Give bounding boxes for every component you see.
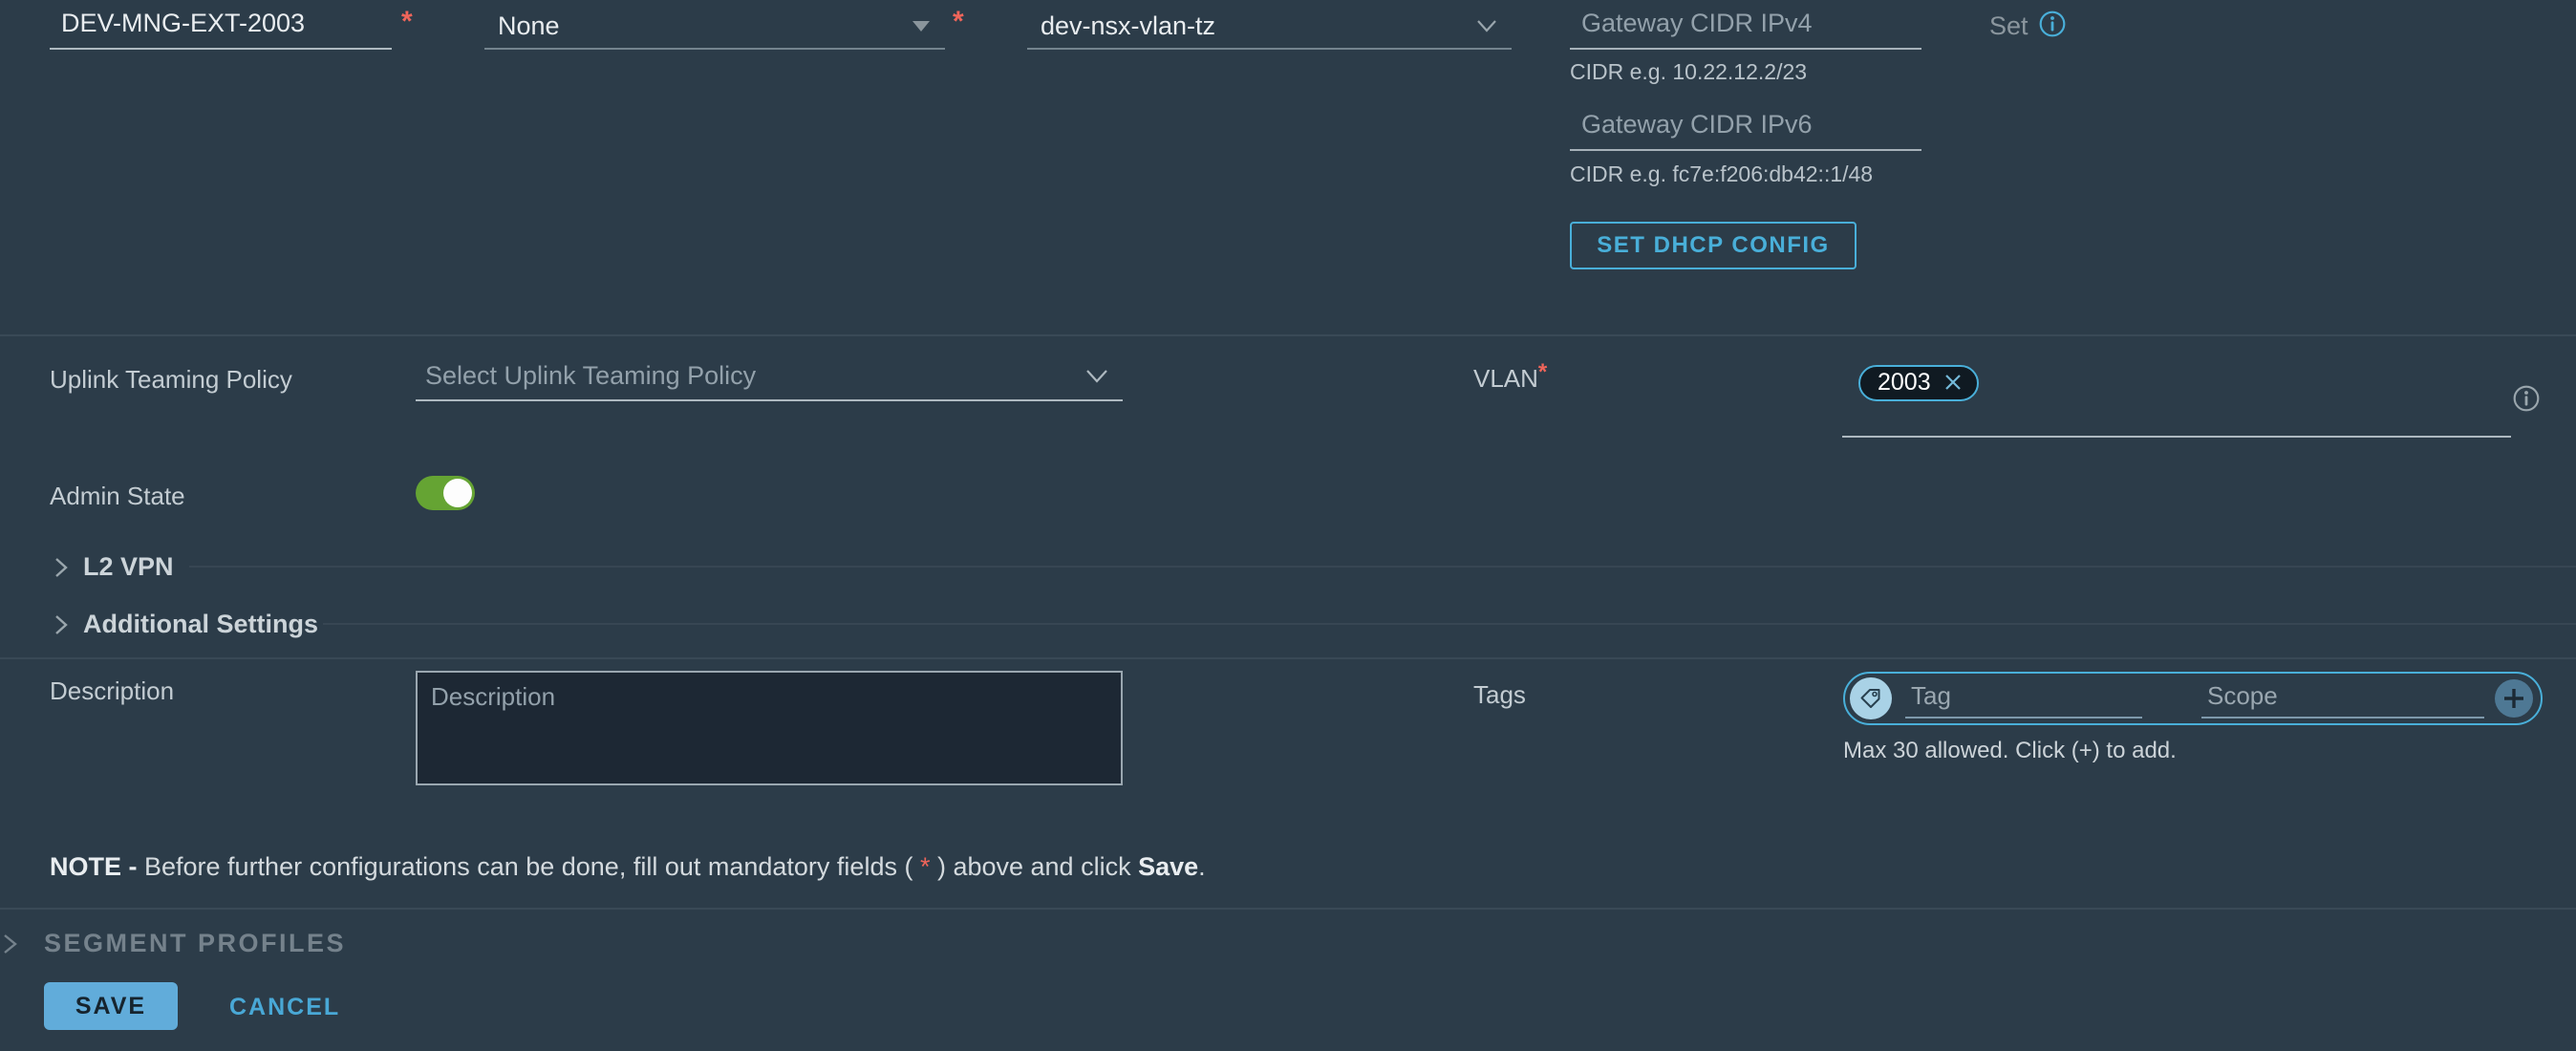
l2vpn-section-title: L2 VPN [83,552,174,582]
uplink-teaming-label: Uplink Teaming Policy [50,365,292,395]
note-bold-prefix: NOTE - [50,852,144,881]
description-textarea[interactable] [416,671,1123,785]
admin-state-toggle[interactable] [416,476,475,510]
additional-settings-section-title: Additional Settings [83,610,318,639]
chevron-down-icon [1475,18,1498,33]
tags-helper: Max 30 allowed. Click (+) to add. [1843,738,2177,764]
cancel-button[interactable]: CANCEL [229,994,340,1021]
required-asterisk: * [920,852,931,881]
vlan-chip: 2003 [1858,365,1979,401]
chevron-right-icon [53,555,70,580]
tag-icon [1850,677,1892,719]
description-label: Description [50,676,174,706]
set-dhcp-config-button[interactable]: SET DHCP CONFIG [1570,222,1857,269]
divider [0,908,2576,910]
gateway-ipv6-helper: CIDR e.g. fc7e:f206:db42::1/48 [1570,161,1873,187]
required-asterisk: * [1538,359,1547,385]
vlan-info-icon[interactable] [2512,384,2541,418]
gateway-ipv4-helper: CIDR e.g. 10.22.12.2/23 [1570,59,1807,85]
note-save-word: Save [1138,852,1198,881]
gateway-ipv4-input[interactable] [1570,9,1921,44]
l2vpn-section-header[interactable]: L2 VPN [53,552,174,582]
gateway-ipv6-input[interactable] [1570,110,1921,145]
admin-state-label: Admin State [50,482,185,511]
required-asterisk: * [401,8,413,36]
connectivity-dropdown[interactable]: None [484,4,945,50]
tag-input[interactable] [1905,679,2142,719]
chip-close-icon[interactable] [1943,372,1964,393]
transport-zone-dropdown[interactable]: dev-nsx-vlan-tz [1027,4,1512,50]
divider [0,334,2576,336]
segment-profiles-title[interactable]: SEGMENT PROFILES [44,929,346,958]
vlan-label: VLAN* [1473,361,1547,394]
additional-settings-section-header[interactable]: Additional Settings [53,610,318,639]
required-asterisk: * [953,8,964,36]
scope-input[interactable] [2201,679,2484,719]
vlan-chip-value: 2003 [1878,369,1931,397]
transport-zone-value: dev-nsx-vlan-tz [1027,11,1475,41]
toggle-knob [443,479,472,507]
uplink-teaming-placeholder: Select Uplink Teaming Policy [416,361,1084,391]
tags-label: Tags [1473,680,1526,710]
segment-config-form: * None * dev-nsx-vlan-tz Set CIDR e.g. 1… [0,0,2576,1051]
chevron-down-icon [1084,368,1109,384]
segment-profiles-chevron-icon[interactable] [2,931,19,962]
gateway-set-indicator: Set [1989,10,2067,43]
connectivity-value: None [484,11,911,41]
gateway-ipv4-field[interactable] [1570,4,1921,50]
add-tag-button[interactable] [2495,679,2533,718]
note-text: NOTE - Before further configurations can… [50,852,1206,882]
segment-name-field[interactable] [50,4,392,50]
section-rule [189,566,2576,568]
save-button[interactable]: SAVE [44,982,178,1030]
uplink-teaming-dropdown[interactable]: Select Uplink Teaming Policy [416,352,1123,401]
chevron-right-icon [53,612,70,637]
segment-name-input[interactable] [50,9,392,44]
set-label: Set [1989,11,2029,41]
tags-input-group [1843,672,2543,725]
gateway-ipv6-field[interactable] [1570,105,1921,151]
divider [0,657,2576,659]
info-icon[interactable] [2038,10,2067,43]
section-rule [323,623,2576,625]
caret-down-icon [911,19,932,32]
